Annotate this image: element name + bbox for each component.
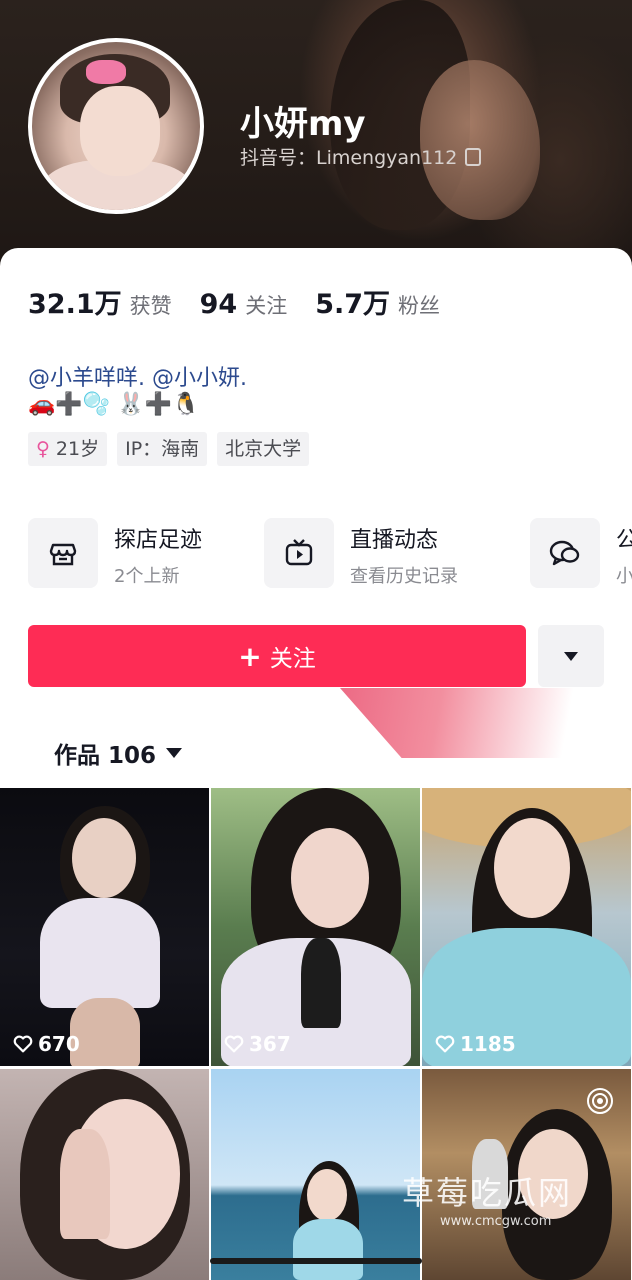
store-icon: [28, 518, 98, 588]
stat-likes-label: 获赞: [129, 294, 172, 318]
female-icon: ♀: [36, 438, 50, 460]
plus-icon: +: [238, 639, 262, 673]
more-options-button[interactable]: [538, 625, 604, 687]
entry-live-history-subtitle: 查看历史记录: [350, 566, 458, 587]
video-likes: 367: [223, 1032, 291, 1056]
stat-followers[interactable]: 5.7万 粉丝: [315, 282, 440, 321]
stat-following-number: 94: [199, 289, 238, 320]
heart-icon: [13, 1035, 33, 1053]
stat-likes[interactable]: 32.1万 获赞: [28, 282, 172, 321]
entry-live-history[interactable]: 直播动态 查看历史记录: [264, 518, 504, 590]
chevron-down-icon: [166, 748, 183, 758]
copy-icon[interactable]: [465, 148, 482, 166]
feature-entries: 探店足迹 2个上新 直播动态 查看历史记录 公 小: [28, 518, 632, 590]
tag-school[interactable]: 北京大学: [217, 432, 310, 466]
home-indicator[interactable]: [210, 1258, 422, 1264]
video-likes-count: 1185: [460, 1032, 516, 1056]
video-thumbnail[interactable]: [0, 1069, 209, 1280]
stat-following-label: 关注: [245, 294, 288, 318]
video-likes: 670: [12, 1032, 80, 1056]
entry-shop-visits[interactable]: 探店足迹 2个上新: [28, 518, 248, 590]
watermark-text: 草莓吃瓜网: [402, 1174, 573, 1212]
video-likes-count: 367: [249, 1032, 291, 1056]
heart-icon: [224, 1035, 244, 1053]
chevron-down-icon: [564, 651, 578, 661]
bio-mentions[interactable]: @小羊咩咩. @小小妍.: [28, 360, 247, 392]
douyin-id[interactable]: 抖音号：Limengyan112: [240, 143, 482, 170]
entry-shop-visits-title: 探店足迹: [114, 528, 203, 553]
entry-third[interactable]: 公 小: [530, 518, 632, 590]
avatar[interactable]: [28, 38, 204, 214]
video-thumbnail[interactable]: 1185: [422, 788, 631, 1066]
stat-following[interactable]: 94 关注: [200, 289, 288, 320]
entry-shop-visits-subtitle: 2个上新: [114, 566, 180, 587]
chat-icon: [530, 518, 600, 588]
tag-age: ♀ 21岁: [28, 432, 108, 466]
background-photo-figure: [420, 60, 540, 220]
entry-live-history-title: 直播动态: [350, 528, 439, 553]
video-thumbnail[interactable]: 670: [0, 788, 209, 1066]
video-likes-count: 670: [38, 1032, 80, 1056]
tag-ip-location: IP：海南: [117, 432, 208, 466]
entry-third-title: 公: [616, 528, 632, 553]
tab-works[interactable]: 作品 106: [54, 736, 183, 770]
profile-tags: ♀ 21岁 IP：海南 北京大学: [28, 432, 319, 466]
stat-followers-label: 粉丝: [398, 294, 441, 318]
entry-third-subtitle: 小: [616, 566, 632, 587]
tv-icon: [264, 518, 334, 588]
tab-works-label: 作品 106: [54, 743, 157, 769]
video-thumbnail[interactable]: 367: [211, 788, 420, 1066]
watermark-url: www.cmcgw.com: [440, 1214, 552, 1229]
douyin-id-text: 抖音号：Limengyan112: [240, 147, 458, 169]
hair-bow-decoration: [86, 60, 126, 84]
live-icon: [587, 1088, 613, 1114]
profile-stats: 32.1万 获赞 94 关注 5.7万 粉丝: [28, 282, 468, 321]
heart-icon: [435, 1035, 455, 1053]
video-likes: 1185: [434, 1032, 516, 1056]
follow-button[interactable]: + 关注: [28, 625, 526, 687]
bio-emoji-line: 🚗➕🫧 🐰➕🐧: [28, 392, 200, 417]
stat-likes-number: 32.1万: [28, 289, 122, 320]
video-thumbnail[interactable]: [211, 1069, 420, 1280]
follow-button-label: 关注: [269, 646, 316, 672]
stat-followers-number: 5.7万: [315, 289, 391, 320]
profile-nickname: 小妍my: [240, 104, 366, 144]
